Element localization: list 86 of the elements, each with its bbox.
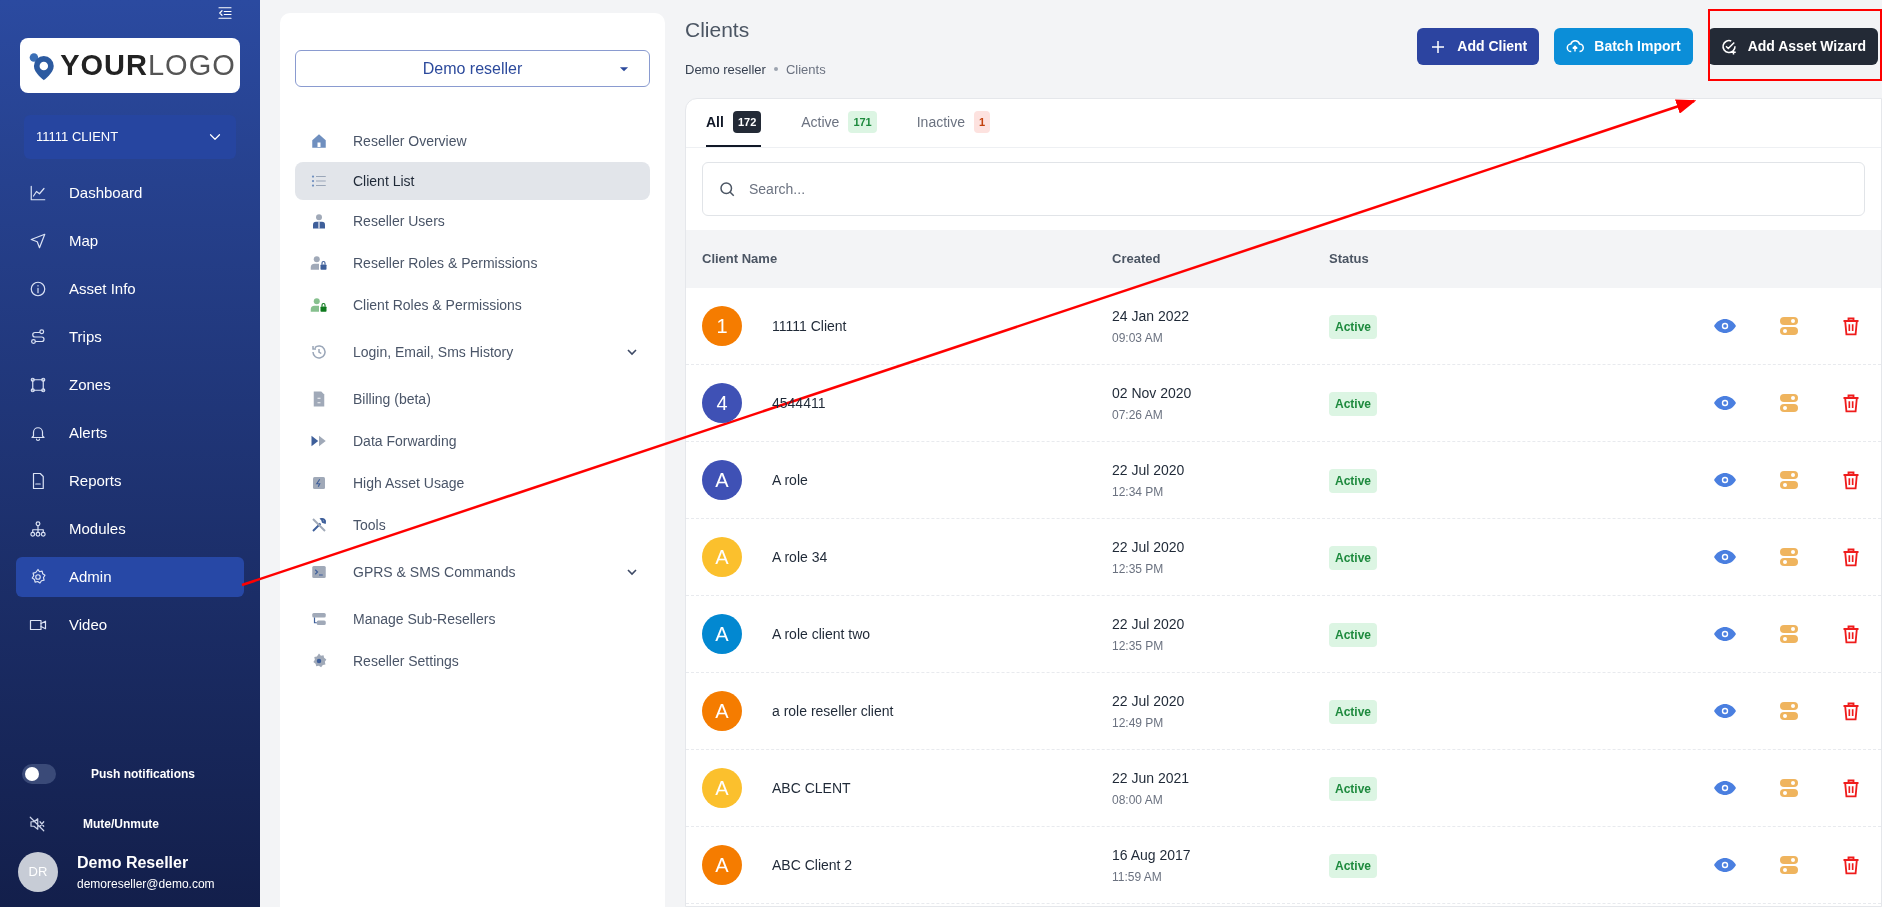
client-avatar: A	[702, 845, 742, 885]
nav-item[interactable]: Alerts	[16, 413, 244, 453]
menu-item[interactable]: Billing (beta)	[295, 378, 650, 420]
created-date: 24 Jan 2022	[1112, 306, 1191, 326]
column-header: Client Name	[702, 250, 779, 269]
count-badge: 1	[974, 111, 991, 133]
breadcrumb-current: Clients	[785, 60, 826, 79]
client-name: A role 34	[772, 547, 828, 567]
push-notifications-label: Push notifications	[91, 766, 195, 783]
nav-item[interactable]: Asset Info	[16, 269, 244, 309]
breadcrumb-link[interactable]: Demo reseller	[685, 59, 766, 79]
tab[interactable]: Active 171	[801, 99, 877, 147]
action-button[interactable]: Batch Import	[1554, 28, 1693, 65]
nav-item[interactable]: Modules	[16, 509, 244, 549]
page-title: Clients	[685, 17, 751, 43]
client-name: 11111 Client	[772, 316, 847, 336]
menu-item[interactable]: GPRS & SMS Commands	[295, 546, 650, 598]
nav-item[interactable]: Admin	[16, 557, 244, 597]
status-badge: Active	[1329, 622, 1378, 647]
status-badge: Active	[1329, 776, 1378, 801]
menu-item[interactable]: Data Forwarding	[295, 420, 650, 462]
created-time: 12:34 PM	[1112, 483, 1165, 501]
created-time: 12:35 PM	[1112, 637, 1165, 655]
menu-item[interactable]: Client Roles & Permissions	[295, 284, 650, 326]
status-badge: Active	[1329, 314, 1378, 339]
user-name: Demo Reseller	[77, 853, 190, 873]
count-badge: 172	[732, 111, 762, 133]
logo-text: YOURLOGO	[60, 47, 236, 83]
status-badge: Active	[1329, 545, 1378, 570]
nav-item[interactable]: Trips	[16, 317, 244, 357]
client-name: A role	[772, 470, 808, 490]
column-header: Created	[1112, 250, 1162, 269]
client-avatar: A	[702, 614, 742, 654]
client-avatar: A	[702, 768, 742, 808]
tab[interactable]: Inactive 1	[916, 99, 991, 147]
menu-item[interactable]: Login, Email, Sms History	[295, 326, 650, 378]
created-time: 07:26 AM	[1112, 406, 1164, 424]
menu-item[interactable]: High Asset Usage	[295, 462, 650, 504]
menu-item[interactable]: Reseller Roles & Permissions	[295, 242, 650, 284]
created-date: 22 Jul 2020	[1112, 614, 1186, 634]
menu-item[interactable]: Reseller Overview	[295, 120, 650, 162]
nav-item[interactable]: Map	[16, 221, 244, 261]
reseller-dropdown[interactable]: Demo reseller	[295, 50, 650, 87]
action-button[interactable]: Add Client	[1417, 28, 1540, 65]
created-time: 12:49 PM	[1112, 714, 1165, 732]
client-avatar: A	[702, 460, 742, 500]
client-avatar: 4	[702, 383, 742, 423]
menu-item[interactable]: Manage Sub-Resellers	[295, 598, 650, 640]
status-badge: Active	[1329, 391, 1378, 416]
action-button[interactable]: Add Asset Wizard	[1707, 28, 1878, 65]
column-header: Status	[1329, 250, 1370, 269]
created-date: 16 Aug 2017	[1112, 845, 1192, 865]
search-field[interactable]: Search...	[702, 162, 1865, 216]
created-date: 22 Jul 2020	[1112, 691, 1186, 711]
client-avatar: A	[702, 537, 742, 577]
created-time: 09:03 AM	[1112, 329, 1164, 347]
menu-item[interactable]: Tools	[295, 504, 650, 546]
client-avatar: A	[702, 691, 742, 731]
status-badge: Active	[1329, 853, 1378, 878]
client-name: ABC Client 2	[772, 855, 853, 875]
nav-item[interactable]: Reports	[16, 461, 244, 501]
client-name: a role reseller client	[772, 701, 894, 721]
menu-item[interactable]: Reseller Users	[295, 200, 650, 242]
count-badge: 171	[848, 111, 877, 133]
client-name: A role client two	[772, 624, 871, 644]
nav-item[interactable]: Dashboard	[16, 173, 244, 213]
mute-unmute-label[interactable]: Mute/Unmute	[83, 815, 159, 833]
created-date: 22 Jul 2020	[1112, 460, 1186, 480]
client-name: ABC CLENT	[772, 778, 851, 798]
created-date: 22 Jul 2020	[1112, 537, 1186, 557]
client-avatar: 1	[702, 306, 742, 346]
user-avatar: DR	[18, 852, 58, 892]
tab[interactable]: All 172	[706, 99, 762, 147]
status-badge: Active	[1329, 699, 1378, 724]
created-time: 12:35 PM	[1112, 560, 1165, 578]
created-time: 08:00 AM	[1112, 791, 1164, 809]
menu-item[interactable]: Reseller Settings	[295, 640, 650, 682]
user-email: demoreseller@demo.com	[77, 876, 215, 893]
created-date: 22 Jun 2021	[1112, 768, 1191, 788]
nav-item[interactable]: Video	[16, 605, 244, 645]
client-dropdown[interactable]: 11111 CLIENT	[24, 115, 236, 159]
status-badge: Active	[1329, 468, 1378, 493]
menu-item[interactable]: Client List	[295, 162, 650, 200]
created-time: 11:59 AM	[1112, 868, 1163, 886]
created-date: 02 Nov 2020	[1112, 383, 1193, 403]
nav-item[interactable]: Zones	[16, 365, 244, 405]
